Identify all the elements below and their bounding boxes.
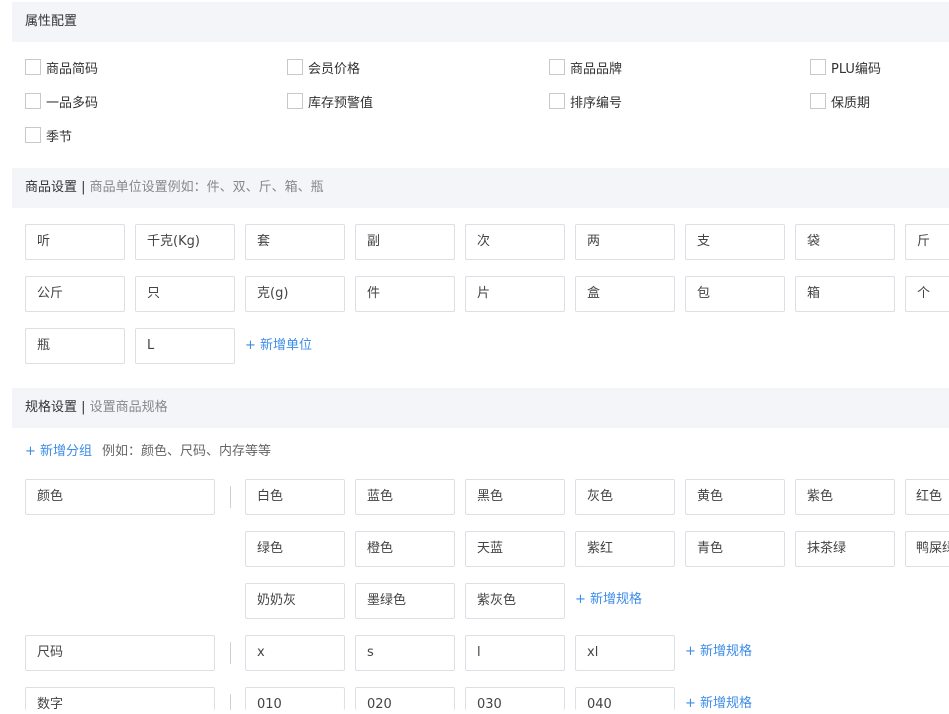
unit-tag[interactable]: 片 [465,276,565,312]
checkbox-box[interactable] [810,59,826,75]
unit-tag[interactable]: 袋 [795,224,895,260]
unit-tag[interactable]: 个 [905,276,949,312]
spec-value-tag[interactable]: 010 [245,687,345,710]
spec-value-tag[interactable]: 绿色 [245,531,345,567]
spec-value-tag[interactable]: 红色 [905,479,949,515]
spec-value-tag[interactable]: 天蓝 [465,531,565,567]
checkbox-box[interactable] [549,93,565,109]
unit-tag[interactable]: L [135,328,235,364]
checkbox-box[interactable] [287,93,303,109]
spec-value-tag[interactable]: l [465,635,565,671]
unit-tag[interactable]: 套 [245,224,345,260]
unit-tag[interactable]: 副 [355,224,455,260]
add-spec-link[interactable]: + 新增规格 [685,642,752,662]
spec-group-name-size[interactable]: 尺码 [25,635,215,671]
add-unit-link[interactable]: + 新增单位 [245,336,312,356]
attr-section-header: 属性配置 [12,2,949,42]
checkbox-shelf-life[interactable]: 保质期 [810,91,870,111]
add-group-hint: 例如：颜色、尺码、内存等等 [102,444,272,459]
unit-tag[interactable]: 克(g) [245,276,345,312]
spec-value-tag[interactable]: 抹茶绿 [795,531,895,567]
group-separator [230,694,231,710]
checkbox-product-code[interactable]: 商品简码 [25,57,98,77]
spec-value-tag[interactable]: 030 [465,687,565,710]
checkbox-box[interactable] [25,93,41,109]
spec-value-tag[interactable]: 紫色 [795,479,895,515]
add-group-link[interactable]: + 新增分组 [25,442,92,462]
checkbox-label: 会员价格 [308,61,361,77]
group-separator [230,486,231,508]
spec-value-tag[interactable]: xl [575,635,675,671]
checkbox-multi-barcode[interactable]: 一品多码 [25,91,98,111]
checkbox-label: 商品品牌 [570,61,623,77]
spec-value-tag[interactable]: 墨绿色 [355,583,455,619]
add-spec-link[interactable]: + 新增规格 [575,590,642,610]
spec-value-tag[interactable]: s [355,635,455,671]
checkbox-box[interactable] [25,59,41,75]
spec-value-tag[interactable]: 蓝色 [355,479,455,515]
checkbox-box[interactable] [287,59,303,75]
unit-tag[interactable]: 箱 [795,276,895,312]
goods-section-subtitle: 商品单位设置例如：件、双、斤、箱、瓶 [89,180,324,195]
checkbox-plu-code[interactable]: PLU编码 [810,57,881,77]
spec-value-tag[interactable]: 橙色 [355,531,455,567]
checkbox-box[interactable] [810,93,826,109]
checkbox-brand[interactable]: 商品品牌 [549,57,622,77]
goods-section-divider: | [77,180,90,195]
checkbox-sort-number[interactable]: 排序编号 [549,91,622,111]
checkbox-label: 季节 [46,129,73,145]
spec-section-subtitle: 设置商品规格 [89,400,168,415]
goods-section-header: 商品设置 | 商品单位设置例如：件、双、斤、箱、瓶 [12,168,949,208]
spec-value-tag[interactable]: 040 [575,687,675,710]
checkbox-season[interactable]: 季节 [25,125,72,145]
checkbox-member-price[interactable]: 会员价格 [287,57,360,77]
unit-tag[interactable]: 包 [685,276,785,312]
spec-value-tag[interactable]: 紫红 [575,531,675,567]
spec-value-tag[interactable]: 黄色 [685,479,785,515]
checkbox-label: 保质期 [831,95,871,111]
spec-value-tag[interactable]: 奶奶灰 [245,583,345,619]
add-spec-link[interactable]: + 新增规格 [685,694,752,714]
group-separator [230,642,231,664]
attr-section-title: 属性配置 [25,14,78,29]
unit-tag[interactable]: 盒 [575,276,675,312]
unit-tag[interactable]: 千克(Kg) [135,224,235,260]
spec-value-tag[interactable]: 紫灰色 [465,583,565,619]
unit-tag[interactable]: 公斤 [25,276,125,312]
unit-tag[interactable]: 只 [135,276,235,312]
checkbox-label: 排序编号 [570,95,623,111]
unit-tag[interactable]: 斤 [905,224,949,260]
checkbox-box[interactable] [549,59,565,75]
spec-value-tag[interactable]: 灰色 [575,479,675,515]
checkbox-box[interactable] [25,127,41,143]
checkbox-label: 库存预警值 [308,95,374,111]
unit-tag[interactable]: 听 [25,224,125,260]
spec-value-tag[interactable]: 鸭屎绿 [905,531,949,567]
checkbox-label: PLU编码 [831,61,881,77]
spec-value-tag[interactable]: 青色 [685,531,785,567]
unit-tag[interactable]: 次 [465,224,565,260]
checkbox-stock-warning[interactable]: 库存预警值 [287,91,373,111]
spec-group-name-color[interactable]: 颜色 [25,479,215,515]
checkbox-label: 一品多码 [46,95,99,111]
spec-section-title: 规格设置 [25,400,78,415]
spec-group-name-number[interactable]: 数字 [25,687,215,710]
unit-tag[interactable]: 件 [355,276,455,312]
spec-section-divider: | [77,400,90,415]
unit-tag[interactable]: 支 [685,224,785,260]
spec-value-tag[interactable]: 020 [355,687,455,710]
spec-value-tag[interactable]: 白色 [245,479,345,515]
spec-value-tag[interactable]: 黑色 [465,479,565,515]
unit-tag[interactable]: 瓶 [25,328,125,364]
unit-tag[interactable]: 两 [575,224,675,260]
spec-value-tag[interactable]: x [245,635,345,671]
goods-section-title: 商品设置 [25,180,78,195]
checkbox-label: 商品简码 [46,61,99,77]
spec-section-header: 规格设置 | 设置商品规格 [12,388,949,428]
